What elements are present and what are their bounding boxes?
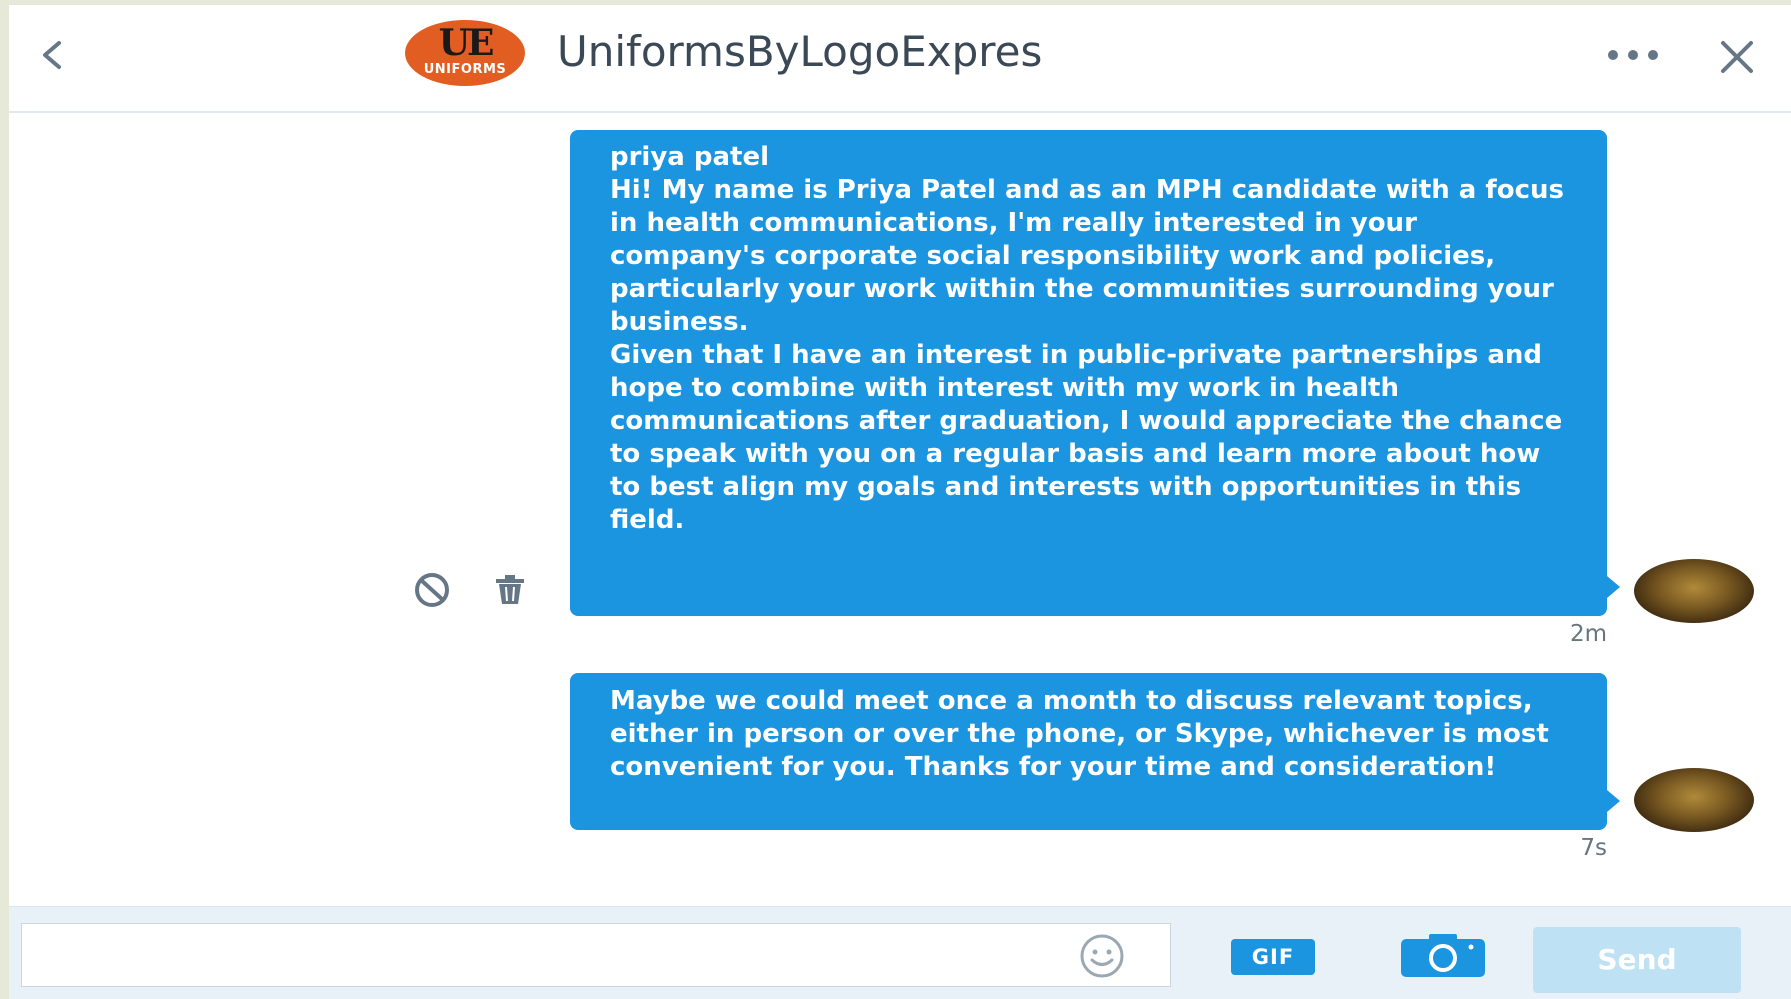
conversation-header: UE UNIFORMS UniformsByLogoExpres [9, 5, 1791, 113]
message-bubble[interactable]: Maybe we could meet once a month to disc… [570, 673, 1620, 830]
chevron-left-icon[interactable] [33, 35, 73, 75]
emoji-icon[interactable] [1077, 931, 1127, 981]
avatar[interactable] [1634, 559, 1754, 623]
conversation-title: UniformsByLogoExpres [557, 27, 1043, 76]
gif-button[interactable]: GIF [1231, 939, 1315, 975]
logo-monogram: UE [438, 22, 495, 64]
more-dots-icon[interactable] [1603, 43, 1663, 67]
message-bubble[interactable]: priya patel Hi! My name is Priya Patel a… [570, 130, 1620, 616]
message-timestamp: 2m [1569, 621, 1607, 647]
composer-bar: GIF Send [9, 906, 1791, 999]
send-button[interactable]: Send [1533, 927, 1741, 993]
camera-icon[interactable] [1399, 933, 1487, 979]
company-logo: UE UNIFORMS [405, 20, 525, 86]
dm-window: UE UNIFORMS UniformsByLogoExpres priya p… [9, 5, 1791, 999]
close-icon[interactable] [1715, 35, 1759, 79]
message-list: priya patel Hi! My name is Priya Patel a… [9, 113, 1791, 903]
message-timestamp: 7s [1580, 835, 1607, 861]
trash-icon[interactable] [492, 570, 528, 610]
avatar[interactable] [1634, 768, 1754, 832]
message-input[interactable] [21, 923, 1171, 987]
block-icon[interactable] [407, 570, 457, 610]
logo-text: UNIFORMS [423, 62, 507, 77]
